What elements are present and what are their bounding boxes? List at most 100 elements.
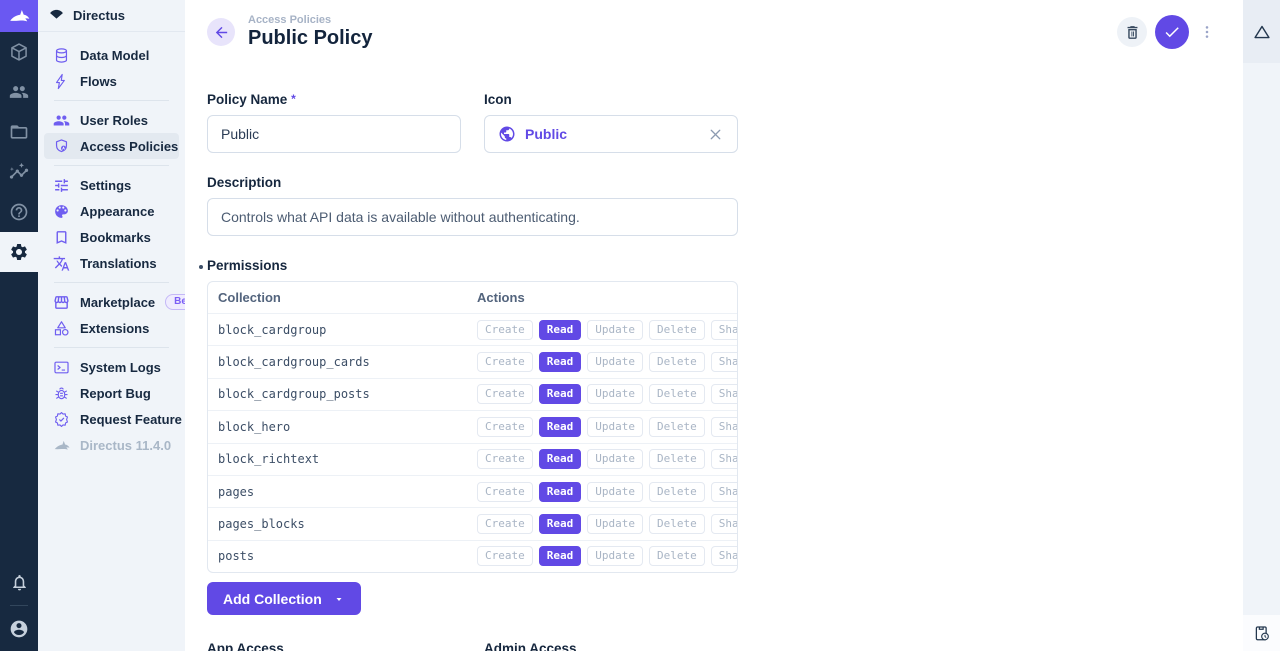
- action-chip-read[interactable]: Read: [539, 449, 582, 469]
- action-chip-delete[interactable]: Delete: [649, 514, 705, 534]
- add-collection-button[interactable]: Add Collection: [207, 582, 361, 615]
- sidebar-item-label: Marketplace: [80, 295, 155, 310]
- save-button[interactable]: [1155, 15, 1189, 49]
- policy-name-input[interactable]: [221, 126, 447, 142]
- sidebar-item-marketplace[interactable]: MarketplaceBeta: [44, 289, 179, 315]
- sidebar-item-flows[interactable]: Flows: [44, 68, 179, 94]
- action-chip-delete[interactable]: Delete: [649, 417, 705, 437]
- content-module[interactable]: [0, 32, 38, 72]
- back-button[interactable]: [207, 18, 235, 46]
- globe-icon: [498, 125, 516, 143]
- table-row: block_cardgroup_cards Create ReadUpdate De…: [208, 345, 737, 377]
- action-chip-read[interactable]: Read: [539, 514, 582, 534]
- revisions-button[interactable]: [1243, 615, 1280, 651]
- action-chip-read[interactable]: Read: [539, 417, 582, 437]
- action-chip-update[interactable]: Update: [587, 352, 643, 372]
- users-module[interactable]: [0, 72, 38, 112]
- action-chip-create[interactable]: Create: [477, 384, 533, 404]
- actions-column-header: Actions: [477, 290, 727, 305]
- collection-name: block_hero: [218, 420, 477, 434]
- sidebar-item-label: Flows: [80, 74, 117, 89]
- table-row: block_cardgroup_posts Create ReadUpdate De…: [208, 378, 737, 410]
- files-module[interactable]: [0, 112, 38, 152]
- more-options-button[interactable]: [1197, 22, 1217, 42]
- action-chip-create[interactable]: Create: [477, 482, 533, 502]
- sidebar-item-data-model[interactable]: Data Model: [44, 42, 179, 68]
- action-chip-share[interactable]: Share: [711, 320, 738, 340]
- breadcrumb[interactable]: Access Policies: [248, 14, 372, 26]
- action-chip-create[interactable]: Create: [477, 352, 533, 372]
- check-icon: [1163, 23, 1181, 41]
- sidebar-item-access-policies[interactable]: Access Policies: [44, 133, 179, 159]
- table-row: pages CreateReadUpdateDeleteShare: [208, 475, 737, 507]
- action-chip-delete[interactable]: Delete: [649, 449, 705, 469]
- action-chip-create[interactable]: Create: [477, 449, 533, 469]
- app-access-label: App Access: [207, 641, 461, 651]
- action-chip-read[interactable]: Read: [539, 320, 582, 340]
- clear-icon-button[interactable]: [707, 126, 724, 143]
- verified-icon: [53, 411, 70, 428]
- translate-icon: [53, 255, 70, 272]
- settings-module[interactable]: [0, 232, 38, 272]
- sidebar-item-settings[interactable]: Settings: [44, 172, 179, 198]
- sidebar-item-label: Appearance: [80, 204, 154, 219]
- sidebar-section-button[interactable]: [1243, 0, 1280, 63]
- action-chip-create[interactable]: Create: [477, 417, 533, 437]
- action-chip-share[interactable]: Share: [711, 352, 738, 372]
- delete-button[interactable]: [1117, 17, 1147, 47]
- action-chip-update[interactable]: Update: [587, 482, 643, 502]
- collection-name: block_cardgroup_cards: [218, 355, 477, 369]
- version-label: Directus 11.4.0: [44, 432, 179, 458]
- action-chip-delete[interactable]: Delete: [649, 546, 705, 566]
- action-chip-share[interactable]: Share: [711, 546, 738, 566]
- action-chip-read[interactable]: Read: [539, 352, 582, 372]
- action-chip-share[interactable]: Share: [711, 482, 738, 502]
- action-chip-read[interactable]: Read: [539, 482, 582, 502]
- description-input[interactable]: [221, 209, 724, 225]
- sidebar-item-translations[interactable]: Translations: [44, 250, 179, 276]
- account-button[interactable]: [0, 611, 38, 647]
- action-chip-share[interactable]: Share: [711, 384, 738, 404]
- action-chip-delete[interactable]: Delete: [649, 384, 705, 404]
- directus-logo-button[interactable]: [0, 0, 38, 32]
- sidebar-item-report-bug[interactable]: Report Bug: [44, 380, 179, 406]
- action-chip-delete[interactable]: Delete: [649, 320, 705, 340]
- action-chip-create[interactable]: Create: [477, 546, 533, 566]
- collection-name: block_cardgroup_posts: [218, 387, 477, 401]
- action-chip-update[interactable]: Update: [587, 514, 643, 534]
- action-chip-share[interactable]: Share: [711, 449, 738, 469]
- module-bar: [0, 0, 38, 651]
- action-chip-create[interactable]: Create: [477, 514, 533, 534]
- action-chip-share[interactable]: Share: [711, 417, 738, 437]
- insights-module[interactable]: [0, 152, 38, 192]
- action-chip-update[interactable]: Update: [587, 546, 643, 566]
- sidebar-item-label: Data Model: [80, 48, 149, 63]
- sidebar-item-user-roles[interactable]: User Roles: [44, 107, 179, 133]
- sidebar-item-label: Extensions: [80, 321, 149, 336]
- help-module[interactable]: [0, 192, 38, 232]
- sidebar-item-extensions[interactable]: Extensions: [44, 315, 179, 341]
- action-chip-create[interactable]: Create: [477, 320, 533, 340]
- action-chip-read[interactable]: Read: [539, 384, 582, 404]
- action-chip-update[interactable]: Update: [587, 384, 643, 404]
- sidebar-item-bookmarks[interactable]: Bookmarks: [44, 224, 179, 250]
- bolt-icon: [53, 73, 70, 90]
- description-field: Description: [207, 175, 738, 236]
- action-chip-read[interactable]: Read: [539, 546, 582, 566]
- icon-field: Icon Public: [484, 92, 738, 153]
- icon-input[interactable]: Public: [484, 115, 738, 153]
- directus-rabbit-icon: [8, 5, 30, 27]
- action-chip-share[interactable]: Share: [711, 514, 738, 534]
- sidebar-item-request-feature[interactable]: Request Feature: [44, 406, 179, 432]
- gear-icon: [9, 242, 29, 262]
- action-chip-delete[interactable]: Delete: [649, 352, 705, 372]
- notifications-button[interactable]: [0, 564, 38, 600]
- action-chip-update[interactable]: Update: [587, 320, 643, 340]
- project-header[interactable]: Directus: [38, 0, 185, 32]
- action-chip-delete[interactable]: Delete: [649, 482, 705, 502]
- group-icon: [53, 112, 70, 129]
- sidebar-item-system-logs[interactable]: System Logs: [44, 354, 179, 380]
- action-chip-update[interactable]: Update: [587, 449, 643, 469]
- action-chip-update[interactable]: Update: [587, 417, 643, 437]
- sidebar-item-appearance[interactable]: Appearance: [44, 198, 179, 224]
